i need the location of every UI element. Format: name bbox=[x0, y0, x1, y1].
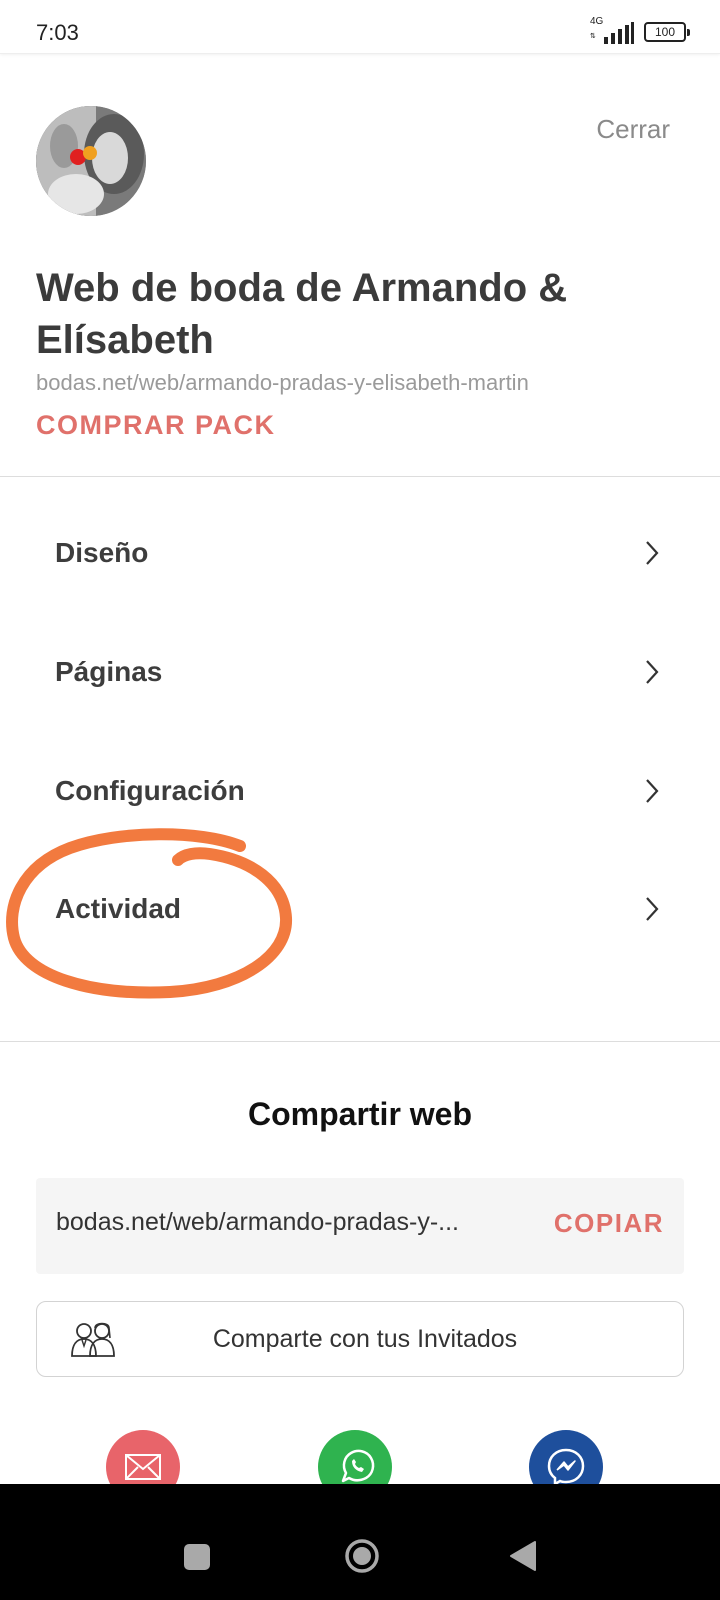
site-url: bodas.net/web/armando-pradas-y-elisabeth… bbox=[36, 370, 529, 395]
buy-pack-button[interactable]: COMPRAR PACK bbox=[36, 410, 276, 441]
menu-item-label: Diseño bbox=[55, 537, 149, 568]
close-button[interactable]: Cerrar bbox=[596, 114, 670, 145]
page-title: Web de boda de Armando & Elísabeth bbox=[36, 266, 568, 362]
recent-apps-button[interactable] bbox=[184, 1544, 210, 1570]
network-type: 4G bbox=[590, 16, 604, 27]
share-url: bodas.net/web/armando-pradas-y-... bbox=[56, 1208, 459, 1236]
menu-item-paginas[interactable]: Páginas bbox=[0, 622, 720, 722]
divider bbox=[0, 476, 720, 477]
share-with-guests-button[interactable]: Comparte con tus Invitados bbox=[36, 1301, 684, 1377]
divider bbox=[0, 1041, 720, 1042]
status-time: 7:03 bbox=[36, 20, 79, 45]
avatar bbox=[36, 106, 146, 216]
share-url-box: bodas.net/web/armando-pradas-y-... COPIA… bbox=[36, 1178, 684, 1274]
menu-item-label: Configuración bbox=[55, 775, 245, 806]
status-icons: 4G ⇅ 100 bbox=[590, 16, 690, 46]
menu-item-configuracion[interactable]: Configuración bbox=[0, 741, 720, 841]
menu-item-diseno[interactable]: Diseño bbox=[0, 503, 720, 603]
chevron-right-icon bbox=[646, 541, 659, 565]
copy-button[interactable]: COPIAR bbox=[554, 1208, 664, 1239]
menu-item-actividad[interactable]: Actividad bbox=[0, 859, 720, 959]
status-bar: 7:03 4G ⇅ 100 bbox=[0, 0, 720, 54]
chevron-right-icon bbox=[646, 897, 659, 921]
menu-item-label: Actividad bbox=[55, 893, 182, 924]
share-title: Compartir web bbox=[247, 1096, 473, 1132]
menu-item-label: Páginas bbox=[55, 656, 163, 687]
screen: 7:03 4G ⇅ 100 Cerrar Web de boda de Arma… bbox=[0, 0, 720, 1600]
signal-icon: 4G ⇅ bbox=[590, 16, 634, 46]
battery-icon: 100 bbox=[644, 22, 690, 42]
chevron-right-icon bbox=[646, 660, 659, 684]
share-with-guests-label: Comparte con tus Invitados bbox=[212, 1324, 518, 1353]
battery-level: 100 bbox=[654, 25, 676, 39]
chevron-right-icon bbox=[646, 779, 659, 803]
back-button[interactable] bbox=[508, 1540, 538, 1572]
home-button[interactable] bbox=[344, 1538, 380, 1574]
